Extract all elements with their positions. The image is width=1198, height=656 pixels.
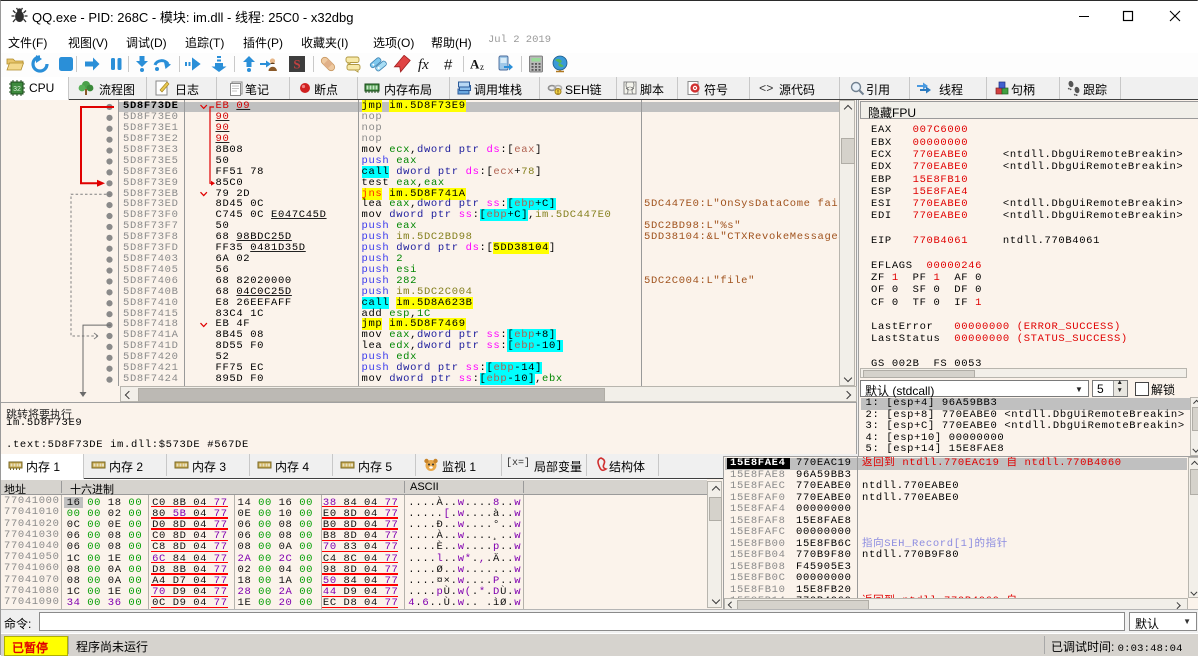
svg-text:!: ! (557, 90, 559, 96)
svg-text:A: A (470, 57, 480, 72)
svg-text:fx: fx (418, 57, 429, 73)
svg-text:z: z (480, 62, 484, 72)
svg-text:#: # (444, 57, 453, 74)
svg-text:<>: <> (626, 86, 634, 94)
svg-text:S: S (293, 57, 300, 72)
svg-text:32: 32 (13, 86, 21, 93)
svg-text:<>: <> (759, 82, 773, 96)
